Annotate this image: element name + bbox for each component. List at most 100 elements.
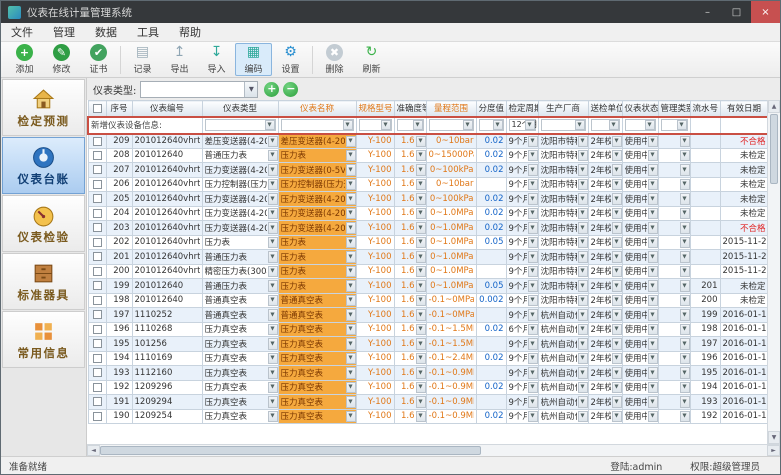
column-header-cat[interactable]: 管理类别 <box>658 101 690 117</box>
dropdown-arrow-icon[interactable]: ▼ <box>680 208 690 220</box>
dropdown-arrow-icon[interactable]: ▼ <box>578 280 588 292</box>
dropdown-arrow-icon[interactable]: ▼ <box>612 338 622 350</box>
dropdown-arrow-icon[interactable]: ▼ <box>578 295 588 307</box>
dropdown-arrow-icon[interactable]: ▼ <box>268 338 278 350</box>
column-header-model[interactable]: 规格型号 <box>356 101 394 117</box>
table-row[interactable]: 207201012640vhrthy压力变送器(4-20mA)▼压力变送器(0-… <box>88 163 767 178</box>
new-row-input-acc[interactable]: ▼ <box>397 119 424 131</box>
dropdown-arrow-icon[interactable]: ▼ <box>680 338 690 350</box>
dropdown-arrow-icon[interactable]: ▼ <box>680 411 690 423</box>
dropdown-arrow-icon[interactable]: ▼ <box>268 324 278 336</box>
dropdown-arrow-icon[interactable]: ▼ <box>578 237 588 249</box>
dropdown-arrow-icon[interactable]: ▼ <box>416 164 426 176</box>
dropdown-arrow-icon[interactable]: ▼ <box>578 179 588 191</box>
modify-button[interactable]: ✎修改 <box>43 43 80 76</box>
dropdown-arrow-icon[interactable]: ▼ <box>416 280 426 292</box>
dropdown-arrow-icon[interactable]: ▼ <box>268 164 278 176</box>
add-filter-button[interactable]: + <box>264 82 279 97</box>
dropdown-arrow-icon[interactable]: ▼ <box>268 309 278 321</box>
dropdown-arrow-icon[interactable]: ▼ <box>578 367 588 379</box>
scroll-right-icon[interactable]: ► <box>767 445 780 456</box>
dropdown-arrow-icon[interactable]: ▼ <box>680 179 690 191</box>
column-header-mfr[interactable]: 生产厂商 <box>538 101 588 117</box>
dropdown-arrow-icon[interactable]: ▼ <box>528 309 538 321</box>
dropdown-arrow-icon[interactable]: ▼ <box>648 353 658 365</box>
row-checkbox[interactable] <box>93 238 102 247</box>
add-button[interactable]: +添加 <box>6 43 43 76</box>
dropdown-arrow-icon[interactable]: ▼ <box>268 266 278 278</box>
dropdown-arrow-icon[interactable]: ▼ <box>648 338 658 350</box>
record-button[interactable]: ▤记录 <box>124 43 161 76</box>
dropdown-arrow-icon[interactable]: ▼ <box>680 222 690 234</box>
dropdown-arrow-icon[interactable]: ▼ <box>416 150 426 162</box>
table-row[interactable]: 1961110268压力真空表▼压力真空表▼Y-1001.6▼-0.1~1.5M… <box>88 322 767 337</box>
dropdown-arrow-icon[interactable]: ▼ <box>578 382 588 394</box>
dropdown-arrow-icon[interactable]: ▼ <box>612 208 622 220</box>
row-checkbox[interactable] <box>93 180 102 189</box>
table-row[interactable]: 199201012640普通压力表▼压力表▼Y-1001.6▼0~1.0MPa0… <box>88 279 767 294</box>
dropdown-arrow-icon[interactable]: ▼ <box>265 120 275 130</box>
settings-button[interactable]: ⚙设置 <box>272 43 309 76</box>
table-row[interactable]: 1921209296压力真空表▼压力真空表▼Y-1001.6▼-0.1~0.9M… <box>88 380 767 395</box>
dropdown-arrow-icon[interactable]: ▼ <box>416 222 426 234</box>
row-checkbox[interactable] <box>93 310 102 319</box>
dropdown-arrow-icon[interactable]: ▼ <box>680 150 690 162</box>
vertical-scrollbar[interactable]: ▲ ▼ <box>767 100 780 444</box>
select-all-header[interactable] <box>88 101 106 117</box>
dropdown-arrow-icon[interactable]: ▼ <box>612 353 622 365</box>
dropdown-arrow-icon[interactable]: ▼ <box>578 136 588 147</box>
dropdown-arrow-icon[interactable]: ▼ <box>268 251 278 263</box>
dropdown-arrow-icon[interactable]: ▼ <box>343 120 353 130</box>
dropdown-arrow-icon[interactable]: ▼ <box>463 120 473 130</box>
dropdown-arrow-icon[interactable]: ▼ <box>381 120 391 130</box>
column-header-cycle[interactable]: 检定周期 <box>506 101 538 117</box>
dropdown-arrow-icon[interactable]: ▼ <box>268 222 278 234</box>
dropdown-arrow-icon[interactable]: ▼ <box>346 280 356 292</box>
row-checkbox[interactable] <box>93 397 102 406</box>
dropdown-arrow-icon[interactable]: ▼ <box>612 295 622 307</box>
menu-help[interactable]: 帮助 <box>169 23 211 41</box>
dropdown-arrow-icon[interactable]: ▼ <box>268 295 278 307</box>
sidebar-item-info[interactable]: 常用信息 <box>2 311 85 368</box>
new-row-input-type[interactable]: ▼ <box>205 119 276 131</box>
dropdown-arrow-icon[interactable]: ▼ <box>346 222 356 234</box>
row-checkbox[interactable] <box>93 383 102 392</box>
new-row-input-status[interactable]: ▼ <box>625 119 656 131</box>
dropdown-arrow-icon[interactable]: ▼ <box>416 382 426 394</box>
menu-tools[interactable]: 工具 <box>127 23 169 41</box>
dropdown-arrow-icon[interactable]: ▼ <box>416 353 426 365</box>
dropdown-arrow-icon[interactable]: ▼ <box>677 120 687 130</box>
table-row[interactable]: 1901209254压力真空表▼压力真空表▼Y-1001.6▼-0.1~0.9M… <box>88 409 767 424</box>
row-checkbox[interactable] <box>93 252 102 261</box>
column-header-status[interactable]: 仪表状态 <box>622 101 658 117</box>
instrument-type-combobox[interactable]: ▼ <box>140 81 258 98</box>
barcode-button[interactable]: ▦编码 <box>235 43 272 76</box>
dropdown-arrow-icon[interactable]: ▼ <box>416 309 426 321</box>
dropdown-arrow-icon[interactable]: ▼ <box>612 251 622 263</box>
new-instrument-row[interactable]: 新增仪表设备信息:▼▼▼▼▼▼12个月▼▼▼▼▼ <box>88 117 767 134</box>
dropdown-arrow-icon[interactable]: ▼ <box>578 251 588 263</box>
horizontal-scroll-thumb[interactable] <box>100 446 481 455</box>
dropdown-arrow-icon[interactable]: ▼ <box>528 324 538 336</box>
dropdown-arrow-icon[interactable]: ▼ <box>648 324 658 336</box>
dropdown-arrow-icon[interactable]: ▼ <box>612 222 622 234</box>
dropdown-arrow-icon[interactable]: ▼ <box>648 164 658 176</box>
row-checkbox[interactable] <box>93 325 102 334</box>
dropdown-arrow-icon[interactable]: ▼ <box>268 353 278 365</box>
dropdown-arrow-icon[interactable]: ▼ <box>346 367 356 379</box>
dropdown-arrow-icon[interactable]: ▼ <box>612 193 622 205</box>
scroll-left-icon[interactable]: ◄ <box>87 445 100 456</box>
dropdown-arrow-icon[interactable]: ▼ <box>648 237 658 249</box>
dropdown-arrow-icon[interactable]: ▼ <box>416 208 426 220</box>
dropdown-arrow-icon[interactable]: ▼ <box>648 193 658 205</box>
dropdown-arrow-icon[interactable]: ▼ <box>680 164 690 176</box>
table-row[interactable]: 203201012640vhrthy压力变送器(4-20mA)▼压力变送器(4-… <box>88 221 767 236</box>
dropdown-arrow-icon[interactable]: ▼ <box>612 280 622 292</box>
dropdown-arrow-icon[interactable]: ▼ <box>578 324 588 336</box>
dropdown-arrow-icon[interactable]: ▼ <box>528 266 538 278</box>
new-row-input-unit[interactable]: ▼ <box>591 119 620 131</box>
dropdown-arrow-icon[interactable]: ▼ <box>346 150 356 162</box>
dropdown-arrow-icon[interactable]: ▼ <box>268 208 278 220</box>
dropdown-arrow-icon[interactable]: ▼ <box>528 164 538 176</box>
dropdown-arrow-icon[interactable]: ▼ <box>612 396 622 408</box>
